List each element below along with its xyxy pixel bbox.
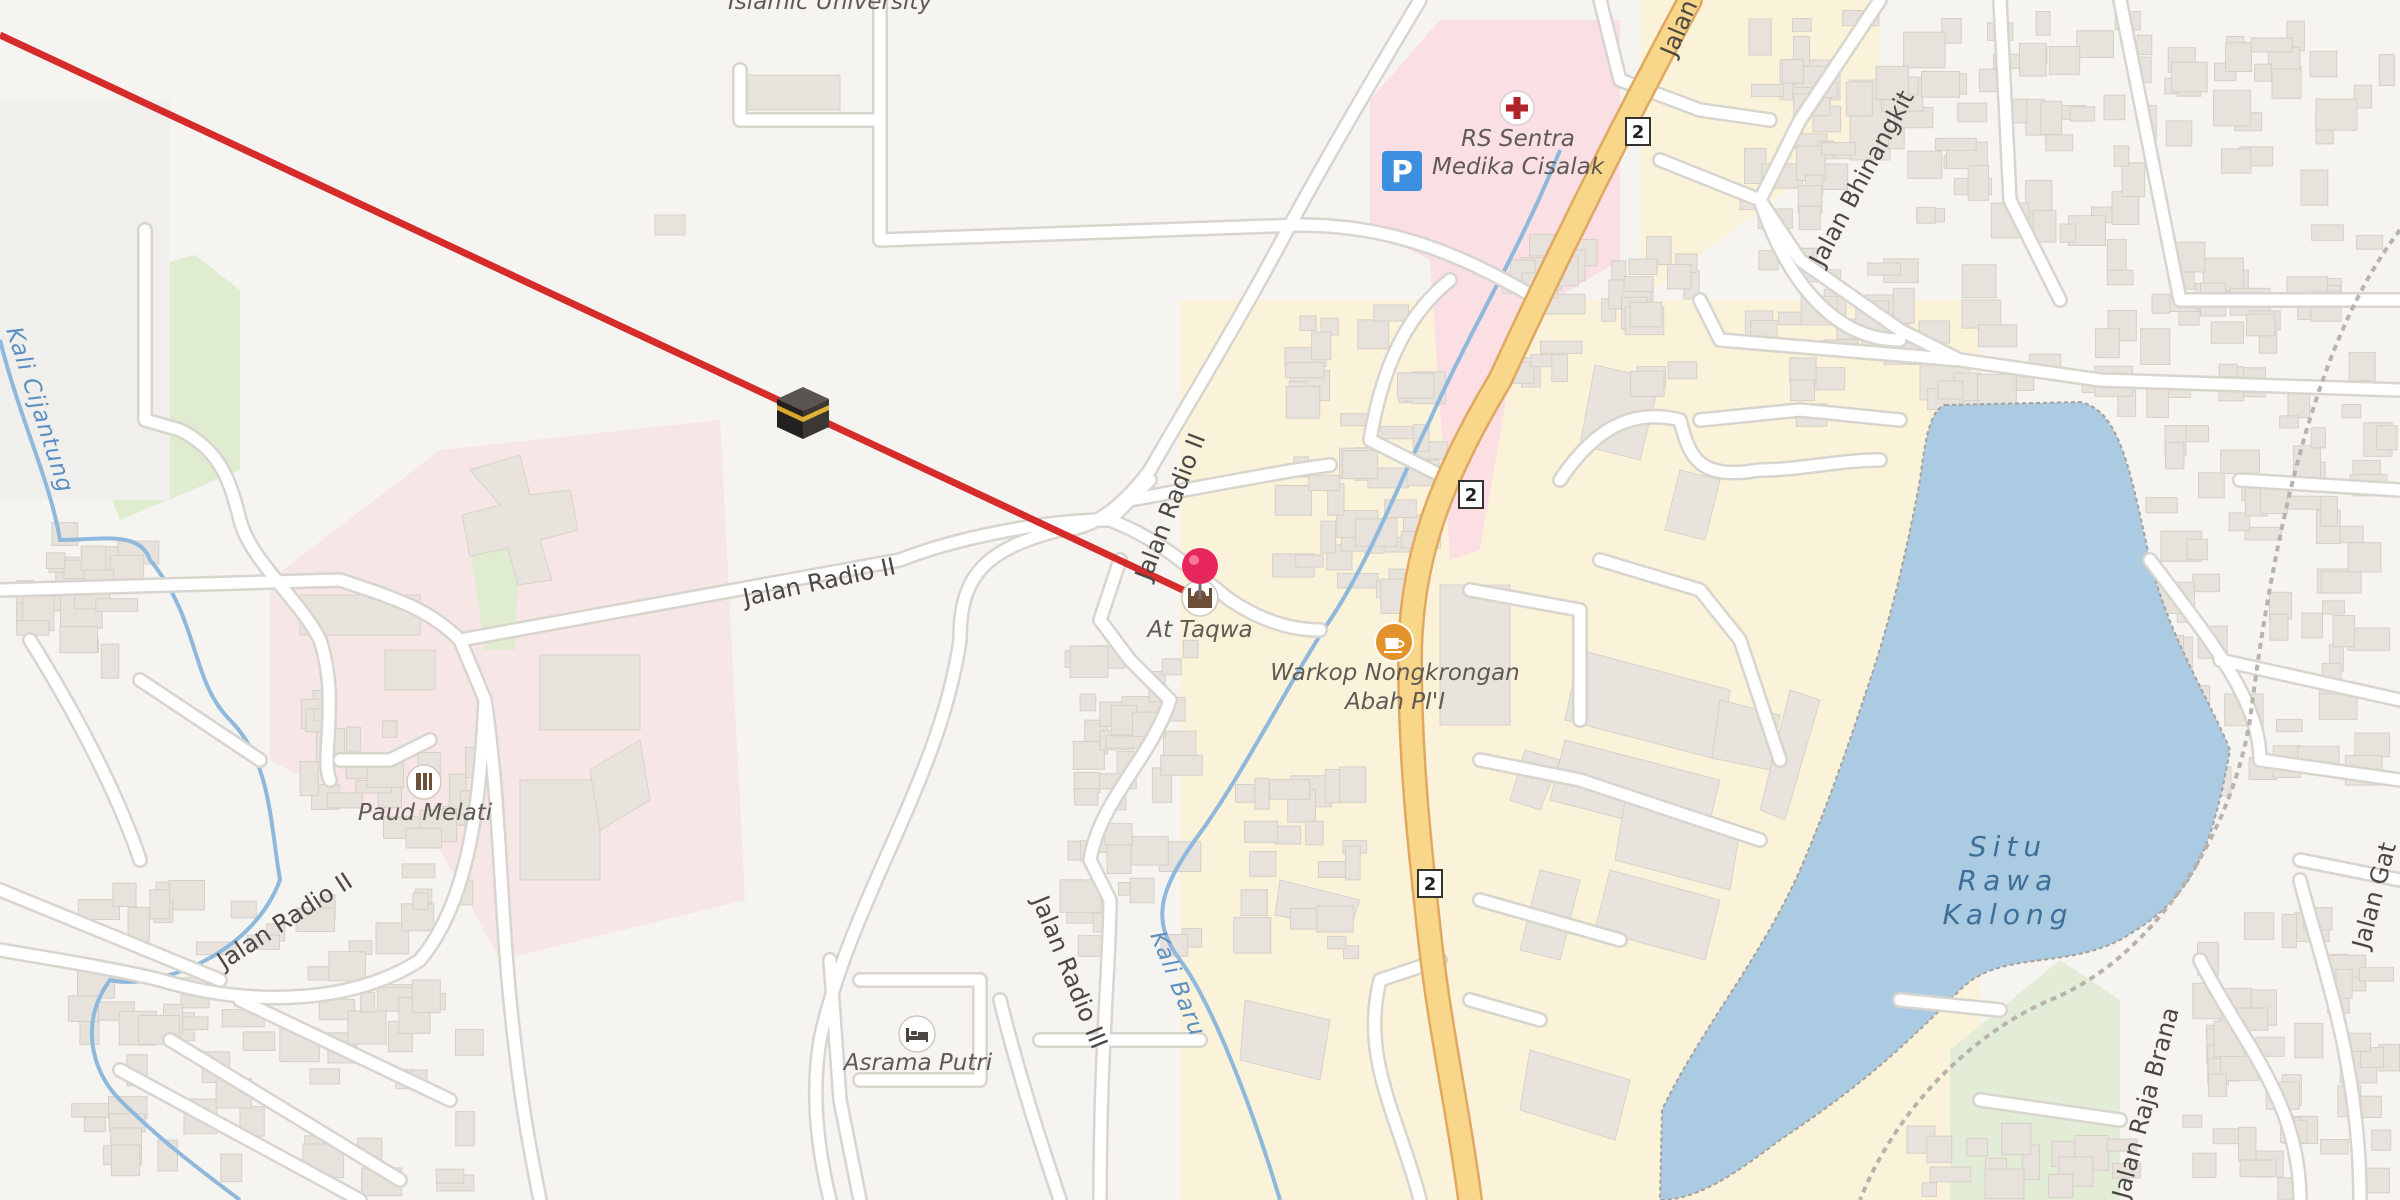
parking-icon[interactable]: P <box>1382 151 1422 191</box>
poi-label-hospital-line2: Medika Cisalak <box>1432 154 1606 180</box>
svg-text:2: 2 <box>1424 874 1437 895</box>
poi-label-mosque: At Taqwa <box>1145 617 1252 643</box>
poi-label-school: Paud Melati <box>358 800 493 826</box>
route-shield-2: 2 <box>1417 869 1443 898</box>
parking-letter: P <box>1391 155 1413 190</box>
bed-icon[interactable] <box>898 1015 936 1053</box>
svg-text:2: 2 <box>1465 485 1478 506</box>
school-icon[interactable] <box>406 764 442 800</box>
hospital-cross-icon[interactable] <box>1499 90 1535 126</box>
map-canvas[interactable]: Jalan Radio II Jalan Radio II Jalan Radi… <box>0 0 2400 1200</box>
lake-label-line3: Kalong <box>1943 898 2074 931</box>
svg-text:2: 2 <box>1632 122 1645 143</box>
road-label-jalan-gat: Jalan Gat <box>2346 839 2400 953</box>
route-shield-2: 2 <box>1625 117 1651 146</box>
poi-label-dorm: Asrama Putri <box>842 1050 993 1076</box>
waterway-label-kali-baru: Kali Baru <box>1144 928 1210 1041</box>
road-label-jalan-radio-2-mid: Jalan Radio II <box>738 552 898 612</box>
waterway-label-kali-cijantung: Kali Cijantung <box>0 324 78 496</box>
poi-label-hospital-line1: RS Sentra <box>1461 126 1575 152</box>
road-label-jalan-top: Jalan <box>1654 0 1703 62</box>
poi-label-islamic-university: Islamic University <box>728 0 932 15</box>
lake-label-line1: Situ <box>1969 830 2047 863</box>
road-label-jalan-radio-2-west: Jalan Radio II <box>210 867 357 976</box>
poi-label-cafe-line2: Abah PI'I <box>1343 689 1445 715</box>
lake-label-line2: Rawa <box>1958 864 2059 897</box>
coffee-cup-icon[interactable] <box>1374 622 1414 662</box>
road-label-jalan-radio-3: Jalan Radio III <box>1026 890 1114 1053</box>
road-label-jalan-raja-brana: Jalan Raja Brana <box>2106 1004 2185 1200</box>
route-shield-2: 2 <box>1458 480 1484 509</box>
road-label-jalan-bhinangkit: Jalan Bhinangkit <box>1803 86 1920 273</box>
poi-label-cafe-line1: Warkop Nongkrongan <box>1270 660 1520 686</box>
